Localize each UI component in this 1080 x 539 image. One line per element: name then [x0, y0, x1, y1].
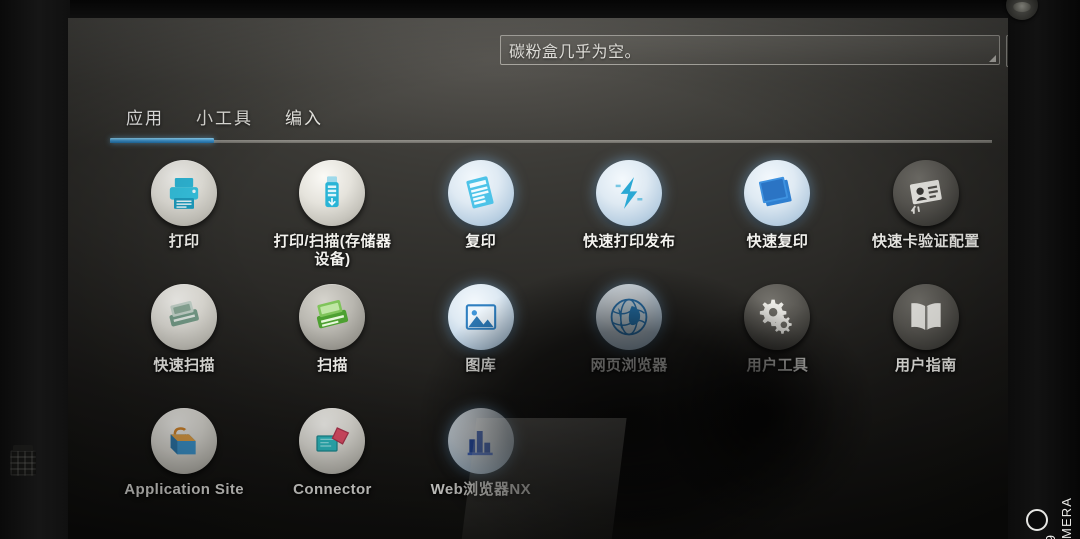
- app-tile-print-scan-memory-device[interactable]: 打印/扫描(存储器设备): [258, 154, 406, 278]
- status-message-text: 碳粉盒几乎为空。: [509, 44, 642, 61]
- app-label: Web浏览器NX: [430, 481, 532, 498]
- app-tile-gallery[interactable]: 图库: [407, 278, 555, 402]
- app-label: Connector: [293, 481, 372, 498]
- open-book-icon: [892, 284, 959, 350]
- app-tile-connector[interactable]: Connector: [258, 402, 406, 526]
- app-label: 网页浏览器: [590, 357, 668, 374]
- app-tile-web-browser[interactable]: 网页浏览器: [555, 278, 703, 402]
- app-grid: 打印 打印/扫描(存储器设备) 复印 快速打印发布 快速复印 快速卡验证配置 快…: [110, 154, 1000, 534]
- bezel-right-edge: [1008, 0, 1080, 539]
- tab-input[interactable]: 编入: [269, 100, 339, 137]
- globe-icon: [596, 284, 663, 350]
- status-message-box[interactable]: 碳粉盒几乎为空。: [500, 35, 1000, 65]
- app-tile-user-tools[interactable]: 用户工具: [703, 278, 851, 402]
- app-tile-application-site[interactable]: Application Site: [110, 402, 258, 526]
- app-tile-quick-scan[interactable]: 快速扫描: [110, 278, 258, 402]
- app-tile-scan[interactable]: 扫描: [258, 278, 406, 402]
- tab-widgets[interactable]: 小工具: [180, 100, 269, 137]
- app-label: 复印: [465, 233, 497, 250]
- app-store-bag-icon: [151, 408, 218, 474]
- app-tile-quick-card-auth-config[interactable]: 快速卡验证配置: [852, 154, 1000, 278]
- app-label: 用户工具: [746, 357, 809, 374]
- bar-chart-browser-icon: [447, 408, 514, 474]
- gears-icon: [744, 284, 811, 350]
- app-label: Application Site: [124, 481, 245, 498]
- resize-grip-icon[interactable]: [989, 55, 996, 62]
- tab-active-indicator: [110, 138, 214, 143]
- app-label: 快速打印发布: [582, 233, 676, 250]
- app-tile-user-guide[interactable]: 用户指南: [852, 278, 1000, 402]
- app-label: 快速扫描: [153, 357, 215, 374]
- tab-input-label: 编入: [285, 109, 323, 128]
- numeric-keypad-icon[interactable]: [10, 445, 36, 476]
- lcd-screen: 碳粉盒几乎为空。 ☾ 应用 小工具 编入: [68, 18, 1008, 539]
- quick-print-icon: [596, 160, 663, 226]
- gallery-icon: [447, 284, 514, 350]
- id-card-icon: [892, 160, 959, 226]
- tab-apps[interactable]: 应用: [110, 100, 180, 137]
- connector-icon: [299, 408, 366, 474]
- app-label: 快速卡验证配置: [871, 233, 980, 250]
- copier-icon: [447, 160, 514, 226]
- bezel-top-edge: [0, 0, 1080, 20]
- app-tile-print[interactable]: 打印: [110, 154, 258, 278]
- app-label: 打印: [168, 233, 200, 250]
- scanner-icon: [299, 284, 366, 350]
- quick-copy-book-icon: [744, 160, 811, 226]
- tab-widgets-label: 小工具: [196, 109, 253, 128]
- app-label: 扫描: [317, 357, 348, 374]
- tab-divider-line: [110, 140, 992, 143]
- printer-control-panel-photo: 碳粉盒几乎为空。 ☾ 应用 小工具 编入: [0, 0, 1080, 539]
- status-bar: 碳粉盒几乎为空。 ☾: [68, 18, 1008, 76]
- printer-icon: [151, 160, 218, 226]
- app-label: 用户指南: [895, 357, 957, 374]
- app-label: 打印/扫描(存储器设备): [273, 233, 392, 268]
- app-label: 图库: [465, 357, 497, 374]
- app-tile-copy[interactable]: 复印: [407, 154, 555, 278]
- app-tile-quick-print-release[interactable]: 快速打印发布: [555, 154, 703, 278]
- tab-apps-label: 应用: [126, 109, 164, 128]
- app-tile-web-browser-nx[interactable]: Web浏览器NX: [407, 402, 555, 526]
- usb-drive-icon: [299, 160, 366, 226]
- quick-scanner-icon: [151, 284, 218, 350]
- app-tile-quick-copy[interactable]: 快速复印: [703, 154, 851, 278]
- app-label: 快速复印: [746, 233, 809, 250]
- sleep-mode-button[interactable]: ☾: [1006, 35, 1008, 67]
